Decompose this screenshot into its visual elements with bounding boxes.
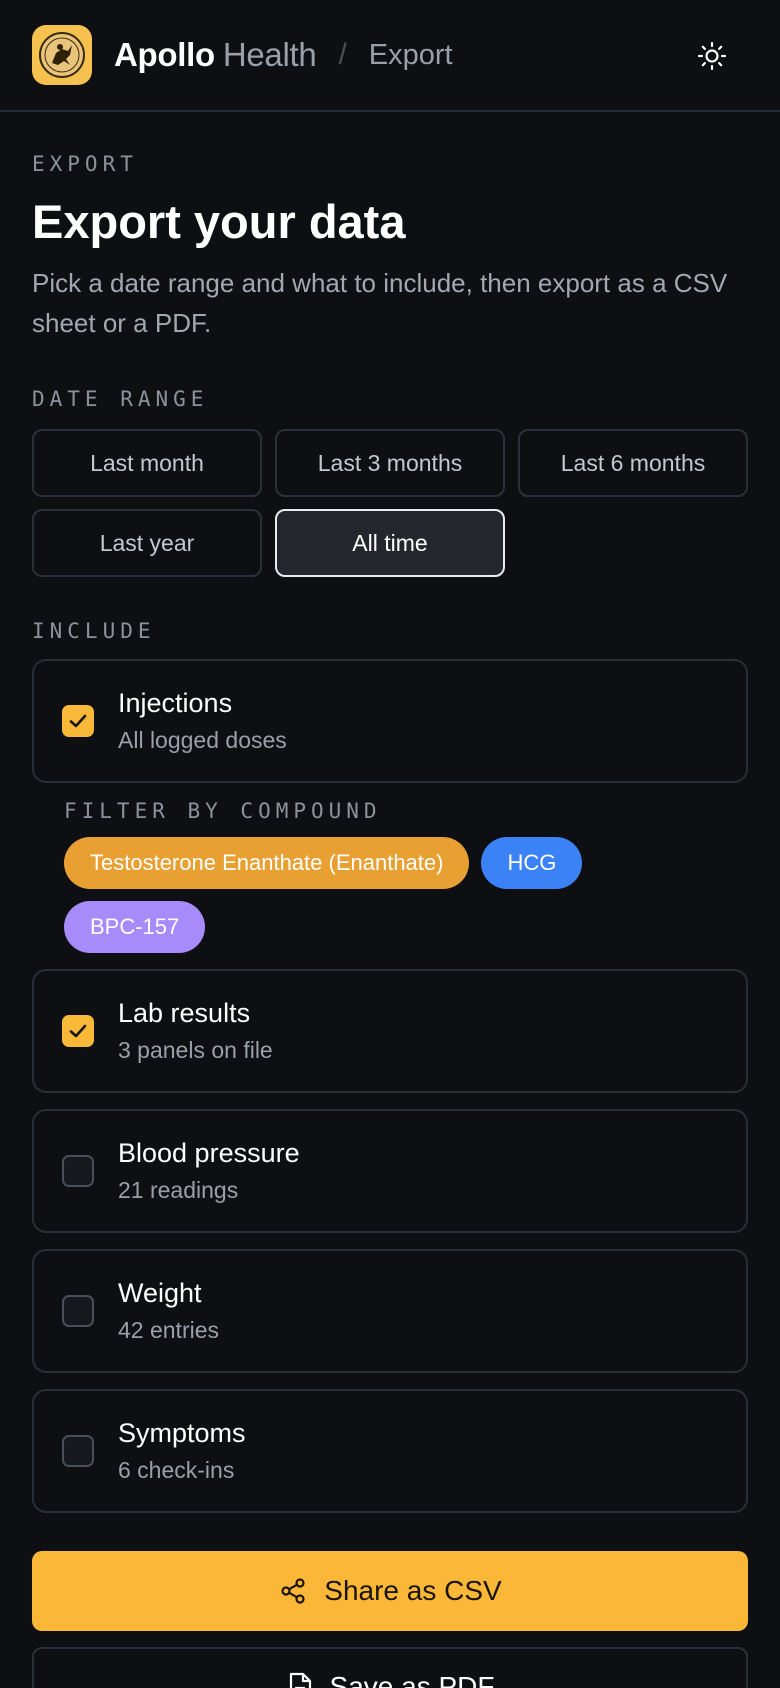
include-lab-results-card[interactable]: Lab results 3 panels on file <box>32 969 748 1093</box>
save-pdf-label: Save as PDF <box>329 1671 495 1688</box>
blood-pressure-text: Blood pressure 21 readings <box>118 1138 300 1204</box>
range-last-3-months-button[interactable]: Last 3 months <box>275 429 505 497</box>
date-range-options: Last month Last 3 months Last 6 months L… <box>32 429 748 577</box>
page-title: Export your data <box>32 195 406 248</box>
share-csv-label: Share as CSV <box>324 1575 502 1606</box>
weight-checkbox[interactable] <box>62 1295 94 1327</box>
lab-results-text: Lab results 3 panels on file <box>118 998 273 1064</box>
injections-text: Injections All logged doses <box>118 688 287 754</box>
brand-primary: Apollo <box>114 36 215 73</box>
save-pdf-button[interactable]: Save as PDF <box>32 1647 748 1688</box>
injections-checkbox[interactable] <box>62 705 94 737</box>
chip-bpc-157[interactable]: BPC-157 <box>64 901 206 953</box>
symptoms-checkbox[interactable] <box>62 1435 94 1467</box>
brand-secondary: Health <box>222 36 317 73</box>
include-symptoms-card[interactable]: Symptoms 6 check-ins <box>32 1389 748 1513</box>
lab-results-title: Lab results <box>118 998 251 1028</box>
check-icon <box>69 714 87 728</box>
breadcrumb-current: Export <box>368 38 453 71</box>
include-injections-card[interactable]: Injections All logged doses <box>32 659 748 783</box>
page-description: Pick a date range and what to include, t… <box>32 268 728 338</box>
weight-title: Weight <box>118 1278 202 1308</box>
lab-results-checkbox[interactable] <box>62 1015 94 1047</box>
date-range-label: DATE RANGE <box>32 387 209 411</box>
include-label: INCLUDE <box>32 619 156 643</box>
page-eyebrow: EXPORT <box>32 152 138 176</box>
symptoms-text: Symptoms 6 check-ins <box>118 1418 246 1484</box>
main-content: EXPORT Export your data Pick a date rang… <box>0 152 780 1688</box>
share-csv-button[interactable]: Share as CSV <box>32 1551 748 1631</box>
weight-subtitle: 42 entries <box>118 1317 220 1343</box>
app-logo[interactable] <box>32 25 92 85</box>
sun-icon <box>697 41 727 71</box>
lab-results-subtitle: 3 panels on file <box>118 1037 273 1063</box>
range-last-year-button[interactable]: Last year <box>32 509 262 577</box>
symptoms-subtitle: 6 check-ins <box>118 1457 235 1483</box>
check-icon <box>69 1024 87 1038</box>
compound-chips: Testosterone Enanthate (Enanthate) HCG B… <box>64 837 684 953</box>
symptoms-title: Symptoms <box>118 1418 246 1448</box>
app-header: Apollo Health / Export <box>0 0 780 112</box>
breadcrumb-separator: / <box>338 38 347 71</box>
injections-subtitle: All logged doses <box>118 727 287 753</box>
logo-emblem-icon <box>39 32 85 78</box>
include-weight-card[interactable]: Weight 42 entries <box>32 1249 748 1373</box>
blood-pressure-checkbox[interactable] <box>62 1155 94 1187</box>
range-last-6-months-button[interactable]: Last 6 months <box>518 429 748 497</box>
compound-filter-label: FILTER BY COMPOUND <box>64 799 382 823</box>
include-blood-pressure-card[interactable]: Blood pressure 21 readings <box>32 1109 748 1233</box>
theme-toggle-button[interactable] <box>692 36 732 76</box>
document-icon <box>286 1672 314 1688</box>
share-icon <box>278 1576 308 1606</box>
brand-name: Apollo Health <box>114 36 317 74</box>
blood-pressure-subtitle: 21 readings <box>118 1177 239 1203</box>
chip-hcg[interactable]: HCG <box>481 837 583 889</box>
chip-testosterone-enanthate[interactable]: Testosterone Enanthate (Enanthate) <box>64 837 470 889</box>
injections-title: Injections <box>118 688 233 718</box>
range-all-time-button[interactable]: All time <box>275 509 505 577</box>
range-last-month-button[interactable]: Last month <box>32 429 262 497</box>
weight-text: Weight 42 entries <box>118 1278 219 1344</box>
blood-pressure-title: Blood pressure <box>118 1138 300 1168</box>
compound-filter: FILTER BY COMPOUND Testosterone Enanthat… <box>32 799 748 953</box>
